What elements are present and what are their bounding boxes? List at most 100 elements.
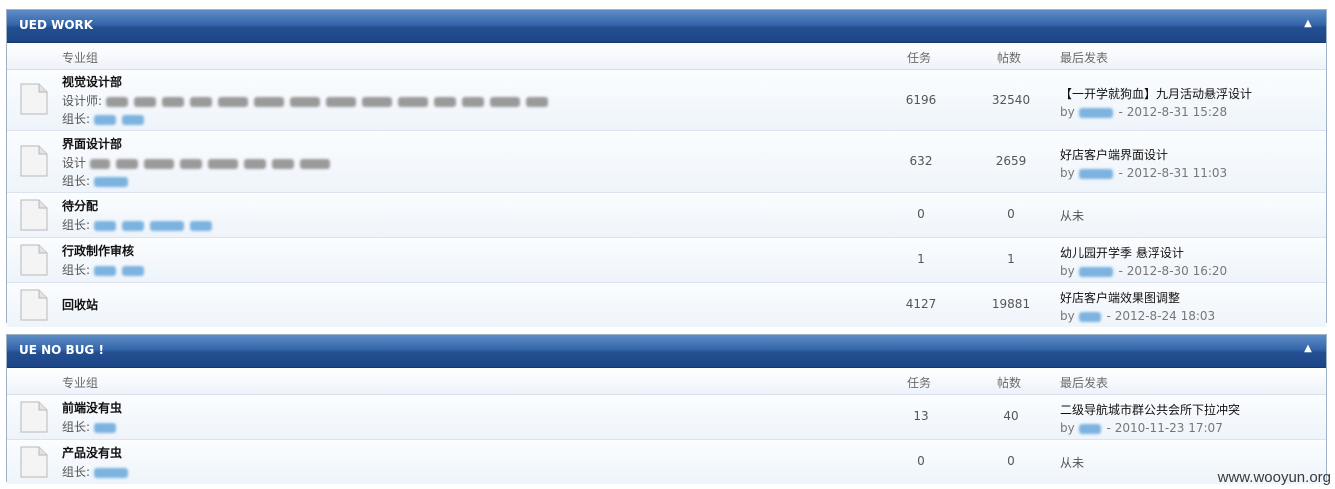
last-poster-link[interactable] [1078, 168, 1113, 179]
forum-row: 待分配 组长: 0 0 从未 [7, 193, 1326, 238]
forum-title-link[interactable]: 待分配 [62, 197, 98, 214]
last-post-title-link[interactable]: 幼儿园开学季 悬浮设计 [1060, 244, 1227, 261]
section-title: UE NO BUG ! [19, 343, 104, 357]
moderator-line: 组长: [62, 261, 150, 278]
post-count: 0 [1007, 207, 1015, 221]
designers-label: 设计师: [62, 94, 103, 108]
moderator-line: 组长: [62, 418, 122, 435]
moderator-link[interactable] [93, 220, 116, 231]
post-count: 2659 [995, 154, 1027, 168]
last-post-time: - 2012-8-30 16:20 [1118, 264, 1228, 278]
section-title: UED WORK [19, 18, 94, 32]
moderator-label: 组长: [62, 465, 91, 479]
moderator-line: 组长: [62, 172, 134, 189]
document-icon [20, 244, 48, 276]
document-icon [20, 446, 48, 478]
moderator-link[interactable] [121, 265, 144, 276]
by-label: by [1060, 105, 1075, 119]
column-tasks: 任务 [907, 51, 932, 65]
by-label: by [1060, 264, 1075, 278]
forum-title-link[interactable]: 界面设计部 [62, 135, 122, 152]
task-count: 1 [917, 252, 925, 266]
forum-row: 界面设计部 设计 组长: 632 2659 好店客户端界面设计 by - 201… [7, 131, 1326, 193]
moderator-link[interactable] [93, 265, 116, 276]
last-post: 【一开学就狗血】九月活动悬浮设计 by - 2012-8-31 15:28 [1060, 85, 1252, 119]
document-icon [20, 83, 48, 115]
moderator-label: 组长: [62, 174, 91, 188]
document-icon [20, 289, 48, 321]
last-post: 二级导航城市群公共会所下拉冲突 by - 2010-11-23 17:07 [1060, 401, 1240, 435]
last-post: 幼儿园开学季 悬浮设计 by - 2012-8-30 16:20 [1060, 244, 1227, 278]
moderator-link[interactable] [93, 176, 128, 187]
last-post-time: - 2012-8-31 11:03 [1118, 166, 1228, 180]
last-poster-link[interactable] [1078, 423, 1101, 434]
forum-row: 视觉设计部 设计师: 组长: 6196 32540 【一开学就狗血】九月活动悬浮… [7, 70, 1326, 131]
post-count: 19881 [991, 297, 1031, 311]
moderator-label: 组长: [62, 420, 91, 434]
column-forum: 专业组 [62, 51, 99, 65]
column-last: 最后发表 [1060, 376, 1109, 390]
task-count: 6196 [905, 93, 937, 107]
post-count: 0 [1007, 454, 1015, 468]
document-icon [20, 401, 48, 433]
chevron-up-icon[interactable]: ▲ [1300, 16, 1316, 32]
moderator-line: 组长: [62, 110, 150, 127]
column-posts: 帖数 [997, 51, 1022, 65]
forum-section-ue-no-bug: UE NO BUG ! ▲ 专业组 任务 帖数 最后发表 前端没有虫 组长: 1… [6, 334, 1327, 484]
last-post-title-link[interactable]: 二级导航城市群公共会所下拉冲突 [1060, 401, 1240, 418]
last-poster-link[interactable] [1078, 266, 1113, 277]
last-poster-link[interactable] [1078, 311, 1101, 322]
section-header[interactable]: UED WORK ▲ [7, 10, 1326, 43]
moderator-link[interactable] [93, 114, 116, 125]
forum-title-link[interactable]: 前端没有虫 [62, 399, 122, 416]
moderator-line: 组长: [62, 216, 218, 233]
last-post-time: - 2012-8-31 15:28 [1118, 105, 1228, 119]
chevron-up-icon[interactable]: ▲ [1300, 341, 1316, 357]
moderator-label: 组长: [62, 112, 91, 126]
forum-title-link[interactable]: 视觉设计部 [62, 73, 122, 90]
task-count: 0 [917, 207, 925, 221]
document-icon [20, 145, 48, 177]
watermark: www.wooyun.org [1217, 469, 1331, 486]
last-post-time: - 2012-8-24 18:03 [1106, 309, 1216, 323]
last-post: 好店客户端效果图调整 by - 2012-8-24 18:03 [1060, 289, 1215, 323]
document-icon [20, 199, 48, 231]
task-count: 13 [913, 409, 929, 423]
forum-section-ued-work: UED WORK ▲ 专业组 任务 帖数 最后发表 视觉设计部 设计师: 组长:… [6, 9, 1327, 327]
designers-line: 设计师: [62, 92, 554, 109]
forum-row: 前端没有虫 组长: 13 40 二级导航城市群公共会所下拉冲突 by - 201… [7, 395, 1326, 440]
forum-title-link[interactable]: 回收站 [62, 296, 98, 313]
post-count: 32540 [991, 93, 1031, 107]
moderator-link[interactable] [121, 114, 144, 125]
forum-row: 行政制作审核 组长: 1 1 幼儿园开学季 悬浮设计 by - 2012-8-3… [7, 238, 1326, 283]
by-label: by [1060, 166, 1075, 180]
by-label: by [1060, 421, 1075, 435]
column-posts: 帖数 [997, 376, 1022, 390]
last-post-title-link[interactable]: 好店客户端界面设计 [1060, 146, 1227, 163]
column-forum: 专业组 [62, 376, 99, 390]
last-poster-link[interactable] [1078, 107, 1113, 118]
last-post-title-link[interactable]: 好店客户端效果图调整 [1060, 289, 1215, 306]
designers-line: 设计 [62, 154, 336, 171]
column-header: 专业组 任务 帖数 最后发表 [7, 368, 1326, 395]
task-count: 0 [917, 454, 925, 468]
moderator-link[interactable] [149, 220, 184, 231]
moderator-link[interactable] [93, 467, 128, 478]
post-count: 1 [1007, 252, 1015, 266]
moderator-link[interactable] [121, 220, 144, 231]
designers-label: 设计 [62, 156, 87, 170]
column-header: 专业组 任务 帖数 最后发表 [7, 43, 1326, 70]
section-header[interactable]: UE NO BUG ! ▲ [7, 335, 1326, 368]
post-count: 40 [1003, 409, 1019, 423]
forum-row: 回收站 4127 19881 好店客户端效果图调整 by - 2012-8-24… [7, 283, 1326, 327]
column-tasks: 任务 [907, 376, 932, 390]
task-count: 4127 [905, 297, 937, 311]
forum-title-link[interactable]: 产品没有虫 [62, 444, 122, 461]
column-last: 最后发表 [1060, 51, 1109, 65]
moderator-link[interactable] [93, 422, 116, 433]
forum-title-link[interactable]: 行政制作审核 [62, 242, 134, 259]
last-post-title-link[interactable]: 【一开学就狗血】九月活动悬浮设计 [1060, 85, 1252, 102]
last-post-time: - 2010-11-23 17:07 [1106, 421, 1223, 435]
moderator-link[interactable] [189, 220, 212, 231]
last-post: 好店客户端界面设计 by - 2012-8-31 11:03 [1060, 146, 1227, 180]
